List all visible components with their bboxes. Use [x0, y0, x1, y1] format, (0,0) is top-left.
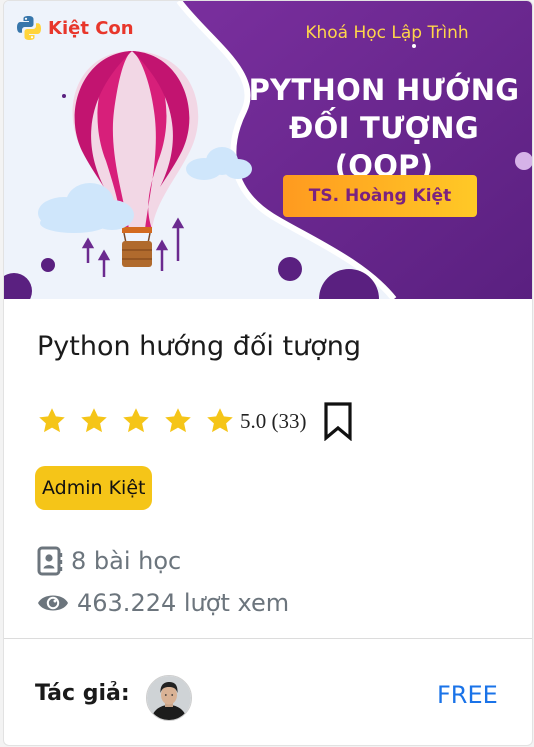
price-label: FREE	[437, 681, 498, 709]
contact-book-icon	[37, 546, 63, 576]
python-logo-icon	[17, 16, 41, 40]
instructor-badge[interactable]: Admin Kiệt	[35, 466, 153, 510]
banner-title-line1: PYTHON HƯỚNG	[248, 73, 520, 107]
rating-text: 5.0 (33)	[240, 408, 307, 433]
card-divider	[4, 638, 532, 639]
banner-author-button: TS. Hoàng Kiệt	[283, 175, 477, 217]
star-icon	[123, 408, 149, 433]
star-icon	[207, 408, 233, 433]
banner-title: PYTHON HƯỚNG ĐỐI TƯỢNG (OOP)	[236, 71, 532, 185]
star-icon	[165, 408, 191, 433]
author-label: Tác giả:	[35, 681, 130, 706]
course-title[interactable]: Python hướng đối tượng	[37, 331, 361, 362]
brand-name: Kiệt Con	[48, 17, 134, 39]
lessons-text: 8 bài học	[71, 547, 182, 575]
course-rating: 5.0 (33)	[37, 399, 355, 443]
author-avatar[interactable]	[146, 675, 192, 721]
star-icon	[81, 408, 107, 433]
views-count: 463.224 lượt xem	[37, 589, 289, 617]
star-icon	[39, 408, 65, 433]
views-text: 463.224 lượt xem	[77, 589, 290, 617]
lessons-count: 8 bài học	[37, 546, 181, 576]
banner-subtitle: Khoá Học Lập Trình	[305, 23, 469, 43]
avatar-image	[147, 676, 191, 720]
bookmark-icon[interactable]	[321, 401, 355, 441]
banner-title-line2: ĐỐI TƯỢNG (OOP)	[289, 111, 479, 183]
eye-icon	[38, 595, 68, 611]
course-banner[interactable]: Kiệt Con Khoá Học Lập Trình PYTHON HƯỚNG…	[4, 1, 532, 299]
brand-logo: Kiệt Con	[16, 15, 134, 41]
course-card[interactable]: Kiệt Con Khoá Học Lập Trình PYTHON HƯỚNG…	[3, 0, 533, 746]
